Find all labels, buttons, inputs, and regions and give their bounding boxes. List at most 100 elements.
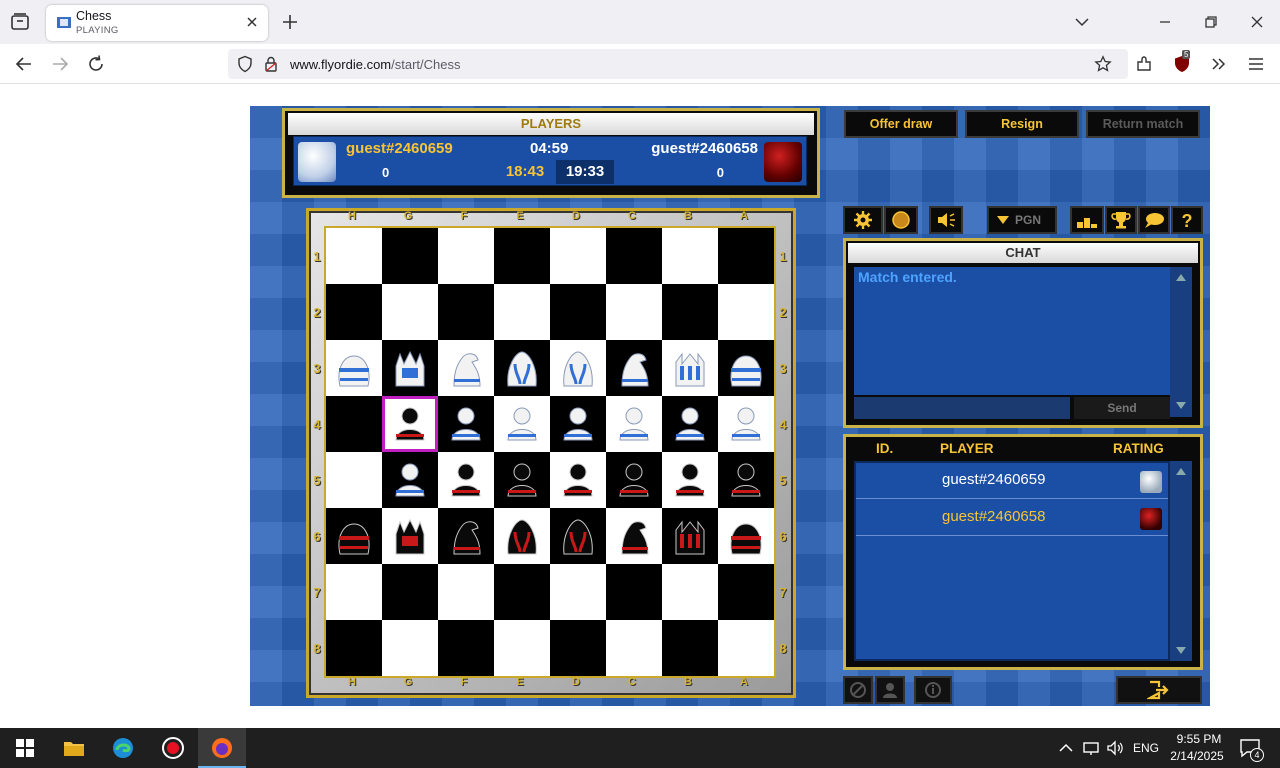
square-e5[interactable] [494,452,550,508]
volume-icon[interactable] [1106,736,1126,760]
white-bishop-icon[interactable] [554,344,602,392]
square-b2[interactable] [662,284,718,340]
black-knight-icon[interactable] [610,512,658,560]
square-e1[interactable] [494,228,550,284]
offer-draw-button[interactable]: Offer draw [844,110,958,138]
taskbar-firefox-active[interactable] [198,728,246,768]
scroll-down-icon[interactable] [1173,400,1189,412]
trophy-button[interactable] [1105,206,1137,234]
white-pawn-icon[interactable] [554,400,602,448]
square-f5[interactable] [438,452,494,508]
white-bishop-icon[interactable] [498,344,546,392]
square-c3[interactable] [606,340,662,396]
square-e4[interactable] [494,396,550,452]
black-pawn-icon[interactable] [442,456,490,504]
player-row[interactable]: guest#2460659 [856,463,1168,499]
square-d3[interactable] [550,340,606,396]
overflow-chevron-icon[interactable] [1209,54,1229,74]
square-b4[interactable] [662,396,718,452]
black-pawn-icon[interactable] [722,456,770,504]
pgn-dropdown[interactable]: PGN [987,206,1057,234]
square-d6[interactable] [550,508,606,564]
coin-button[interactable] [884,206,918,234]
window-close-icon[interactable] [1247,12,1267,32]
square-a5[interactable] [718,452,774,508]
white-rook-icon[interactable] [722,344,770,392]
square-b7[interactable] [662,564,718,620]
black-bishop-icon[interactable] [554,512,602,560]
square-b3[interactable] [662,340,718,396]
black-pawn-icon[interactable] [610,456,658,504]
black-pawn-icon[interactable] [666,456,714,504]
square-d4[interactable] [550,396,606,452]
black-king-icon[interactable] [666,512,714,560]
black-pawn-icon[interactable] [498,456,546,504]
square-d8[interactable] [550,620,606,676]
player-row[interactable]: guest#2460658 [856,500,1168,536]
new-tab-icon[interactable] [280,12,300,32]
square-g6[interactable] [382,508,438,564]
white-pawn-icon[interactable] [498,400,546,448]
square-h1[interactable] [326,228,382,284]
lock-icon[interactable] [262,55,280,73]
maximize-icon[interactable] [1201,12,1221,32]
white-queen-icon[interactable] [386,344,434,392]
square-b5[interactable] [662,452,718,508]
black-queen-icon[interactable] [386,512,434,560]
white-pawn-icon[interactable] [722,400,770,448]
square-e8[interactable] [494,620,550,676]
white-pawn-icon[interactable] [442,400,490,448]
white-knight-icon[interactable] [442,344,490,392]
help-button[interactable]: ? [1171,206,1203,234]
chess-board[interactable] [324,226,776,678]
tab-list-icon[interactable] [8,10,32,34]
square-h2[interactable] [326,284,382,340]
extensions-icon[interactable] [1134,54,1154,74]
square-h7[interactable] [326,564,382,620]
chat-scrollbar[interactable] [1170,267,1192,417]
settings-button[interactable] [843,206,883,234]
square-f8[interactable] [438,620,494,676]
white-knight-icon[interactable] [610,344,658,392]
square-h4[interactable] [326,396,382,452]
exit-button[interactable] [1116,676,1202,704]
square-g5[interactable] [382,452,438,508]
square-c6[interactable] [606,508,662,564]
square-h6[interactable] [326,508,382,564]
white-pawn-icon[interactable] [666,400,714,448]
resign-button[interactable]: Resign [965,110,1079,138]
network-icon[interactable] [1082,736,1102,760]
square-c2[interactable] [606,284,662,340]
black-rook-icon[interactable] [722,512,770,560]
square-d1[interactable] [550,228,606,284]
black-knight-icon[interactable] [442,512,490,560]
square-b1[interactable] [662,228,718,284]
white-pawn-icon[interactable] [386,456,434,504]
square-b6[interactable] [662,508,718,564]
square-a8[interactable] [718,620,774,676]
square-g8[interactable] [382,620,438,676]
square-e2[interactable] [494,284,550,340]
back-icon[interactable] [14,54,34,74]
browser-tab-chess[interactable]: Chess PLAYING [46,5,268,41]
bookmark-star-icon[interactable] [1094,55,1112,73]
clock-date[interactable]: 2/14/2025 [1166,749,1228,763]
square-g4[interactable] [382,396,438,452]
tracking-shield-icon[interactable] [236,55,254,73]
black-pawn-icon[interactable] [386,400,434,448]
player-list-scrollbar[interactable] [1170,461,1192,661]
scroll-up-icon[interactable] [1173,271,1189,283]
profile-button[interactable] [875,676,905,704]
white-pawn-icon[interactable] [610,400,658,448]
white-king-icon[interactable] [666,344,714,392]
square-e7[interactable] [494,564,550,620]
edge-browser-icon[interactable] [111,736,135,760]
clock-time[interactable]: 9:55 PM [1172,732,1226,746]
square-d7[interactable] [550,564,606,620]
black-pawn-icon[interactable] [554,456,602,504]
forward-icon[interactable] [50,54,70,74]
square-g3[interactable] [382,340,438,396]
square-d2[interactable] [550,284,606,340]
square-f7[interactable] [438,564,494,620]
black-rook-icon[interactable] [330,512,378,560]
